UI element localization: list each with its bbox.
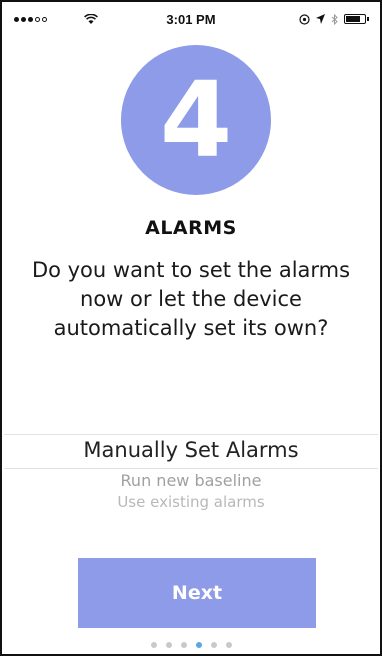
picker-option-selected[interactable]: Manually Set Alarms: [4, 438, 378, 462]
status-bar: 3:01 PM: [4, 4, 378, 34]
location-arrow-icon: [316, 14, 325, 24]
page-indicator: [2, 642, 380, 648]
page-dot[interactable]: [210, 642, 217, 648]
bluetooth-icon: [331, 13, 338, 25]
picker-selection-divider: [4, 468, 378, 469]
screen-frame: 3:01 PM 4 ALARMS Do you want to set the …: [0, 0, 382, 656]
step-number: 4: [159, 59, 233, 181]
picker-option[interactable]: Run new baseline: [4, 471, 378, 490]
location-lock-icon: [299, 13, 310, 25]
page-title: ALARMS: [145, 217, 237, 239]
next-button[interactable]: Next: [78, 558, 316, 628]
alarm-mode-picker[interactable]: Manually Set Alarms Run new baseline Use…: [4, 434, 378, 524]
page-dot[interactable]: [150, 642, 157, 648]
picker-option[interactable]: Use existing alarms: [4, 493, 378, 511]
question-text: Do you want to set the alarms now or let…: [31, 258, 351, 340]
page-dot[interactable]: [225, 642, 232, 648]
status-right: [299, 4, 369, 34]
picker-top-divider: [4, 434, 378, 435]
page-dot-active[interactable]: [195, 642, 202, 648]
battery-icon: [344, 14, 369, 24]
page-dot[interactable]: [165, 642, 172, 648]
step-number-badge: 4: [121, 45, 271, 195]
page-dot[interactable]: [180, 642, 187, 648]
